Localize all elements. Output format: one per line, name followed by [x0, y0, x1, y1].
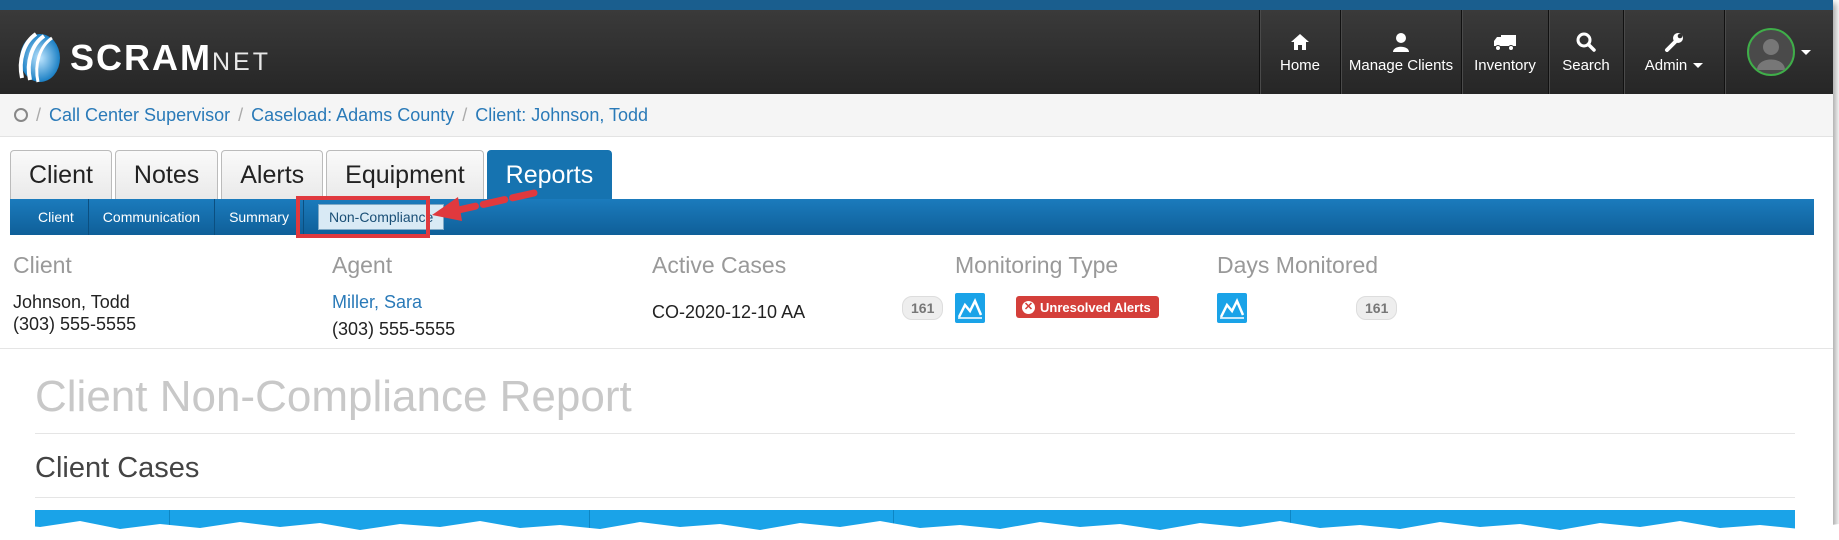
days-monitored-column: Days Monitored [1217, 252, 1378, 279]
client-info-column: Client Johnson, Todd (303) 555-5555 [13, 252, 136, 335]
logo-text: SCRAMNET [70, 37, 271, 78]
client-name: Johnson, Todd [13, 292, 130, 312]
home-icon [1290, 31, 1310, 53]
top-navbar: SCRAMNET Home Manage Clients Inventory S… [0, 0, 1833, 94]
client-header: Client [13, 252, 72, 278]
divider [35, 433, 1795, 434]
active-case-id[interactable]: CO-2020-12-10 AA [652, 301, 805, 323]
nav-inventory-label: Inventory [1474, 56, 1536, 74]
report-subtabs: Client Communication Summary Non-Complia… [10, 199, 1814, 235]
active-cases-column: Active Cases CO-2020-12-10 AA [652, 252, 805, 323]
subtab-communication[interactable]: Communication [89, 199, 216, 235]
section-title: Client Cases [35, 452, 200, 484]
subtab-summary[interactable]: Summary [215, 199, 304, 235]
breadcrumb-separator: / [238, 104, 244, 125]
tab-notes[interactable]: Notes [114, 150, 219, 200]
agent-phone: (303) 555-5555 [332, 319, 456, 339]
callout-highlight-box [296, 196, 430, 238]
app-window: SCRAMNET Home Manage Clients Inventory S… [0, 0, 1833, 540]
nav-search-button[interactable]: Search [1548, 10, 1623, 94]
breadcrumb: / Call Center Supervisor / Caseload: Ada… [0, 94, 1833, 137]
callout-arrow-icon [430, 185, 540, 230]
chevron-down-icon [1693, 63, 1704, 69]
tab-alerts[interactable]: Alerts [221, 150, 324, 200]
avatar [1747, 28, 1795, 76]
truck-icon [1493, 31, 1517, 53]
nav-search-label: Search [1562, 56, 1610, 74]
active-cases-count-badge: 161 [902, 296, 944, 320]
wrench-icon [1664, 31, 1684, 53]
nav-buttons: Home Manage Clients Inventory Search Adm… [1259, 10, 1833, 94]
agent-name-link[interactable]: Miller, Sara [332, 292, 422, 312]
agent-info-column: Agent Miller, Sara (303) 555-5555 [332, 252, 455, 340]
unresolved-alerts-badge[interactable]: ✕ Unresolved Alerts [1016, 296, 1159, 318]
nav-home-button[interactable]: Home [1259, 10, 1340, 94]
breadcrumb-caseload[interactable]: Caseload: Adams County [251, 105, 454, 126]
divider [0, 348, 1833, 349]
breadcrumb-separator: / [462, 104, 468, 125]
monitoring-type-column: Monitoring Type [955, 252, 1118, 279]
client-phone: (303) 555-5555 [13, 314, 137, 334]
breadcrumb-client[interactable]: Client: Johnson, Todd [475, 105, 648, 126]
search-icon [1576, 31, 1596, 53]
days-monitored-chart-icon[interactable] [1217, 293, 1247, 323]
days-monitored-header: Days Monitored [1217, 252, 1379, 278]
breadcrumb-separator: / [36, 104, 42, 125]
home-circle-icon[interactable] [14, 108, 28, 122]
nav-manage-clients-button[interactable]: Manage Clients [1340, 10, 1461, 94]
logo-swirl-icon [14, 30, 62, 86]
tab-client[interactable]: Client [10, 150, 112, 200]
page-title: Client Non-Compliance Report [35, 372, 632, 421]
nav-admin-dropdown[interactable]: Admin [1623, 10, 1724, 94]
breadcrumb-call-center-supervisor[interactable]: Call Center Supervisor [49, 105, 230, 126]
days-monitored-count-badge: 161 [1356, 296, 1398, 320]
nav-home-label: Home [1279, 56, 1320, 74]
divider [35, 497, 1795, 498]
nav-admin-label: Admin [1645, 57, 1704, 74]
scramnet-logo[interactable]: SCRAMNET [14, 30, 271, 86]
subtab-client[interactable]: Client [10, 199, 89, 235]
agent-header: Agent [332, 252, 393, 278]
torn-edge [0, 521, 1839, 540]
close-circle-icon: ✕ [1022, 300, 1035, 314]
active-cases-header: Active Cases [652, 252, 787, 278]
user-menu-button[interactable] [1724, 10, 1833, 94]
monitoring-chart-icon[interactable] [955, 293, 985, 323]
nav-manage-clients-label: Manage Clients [1348, 56, 1454, 74]
user-icon [1392, 31, 1410, 53]
monitoring-type-header: Monitoring Type [955, 252, 1119, 278]
unresolved-alerts-label: Unresolved Alerts [1040, 299, 1151, 315]
nav-inventory-button[interactable]: Inventory [1461, 10, 1548, 94]
chevron-down-icon [1801, 49, 1811, 55]
